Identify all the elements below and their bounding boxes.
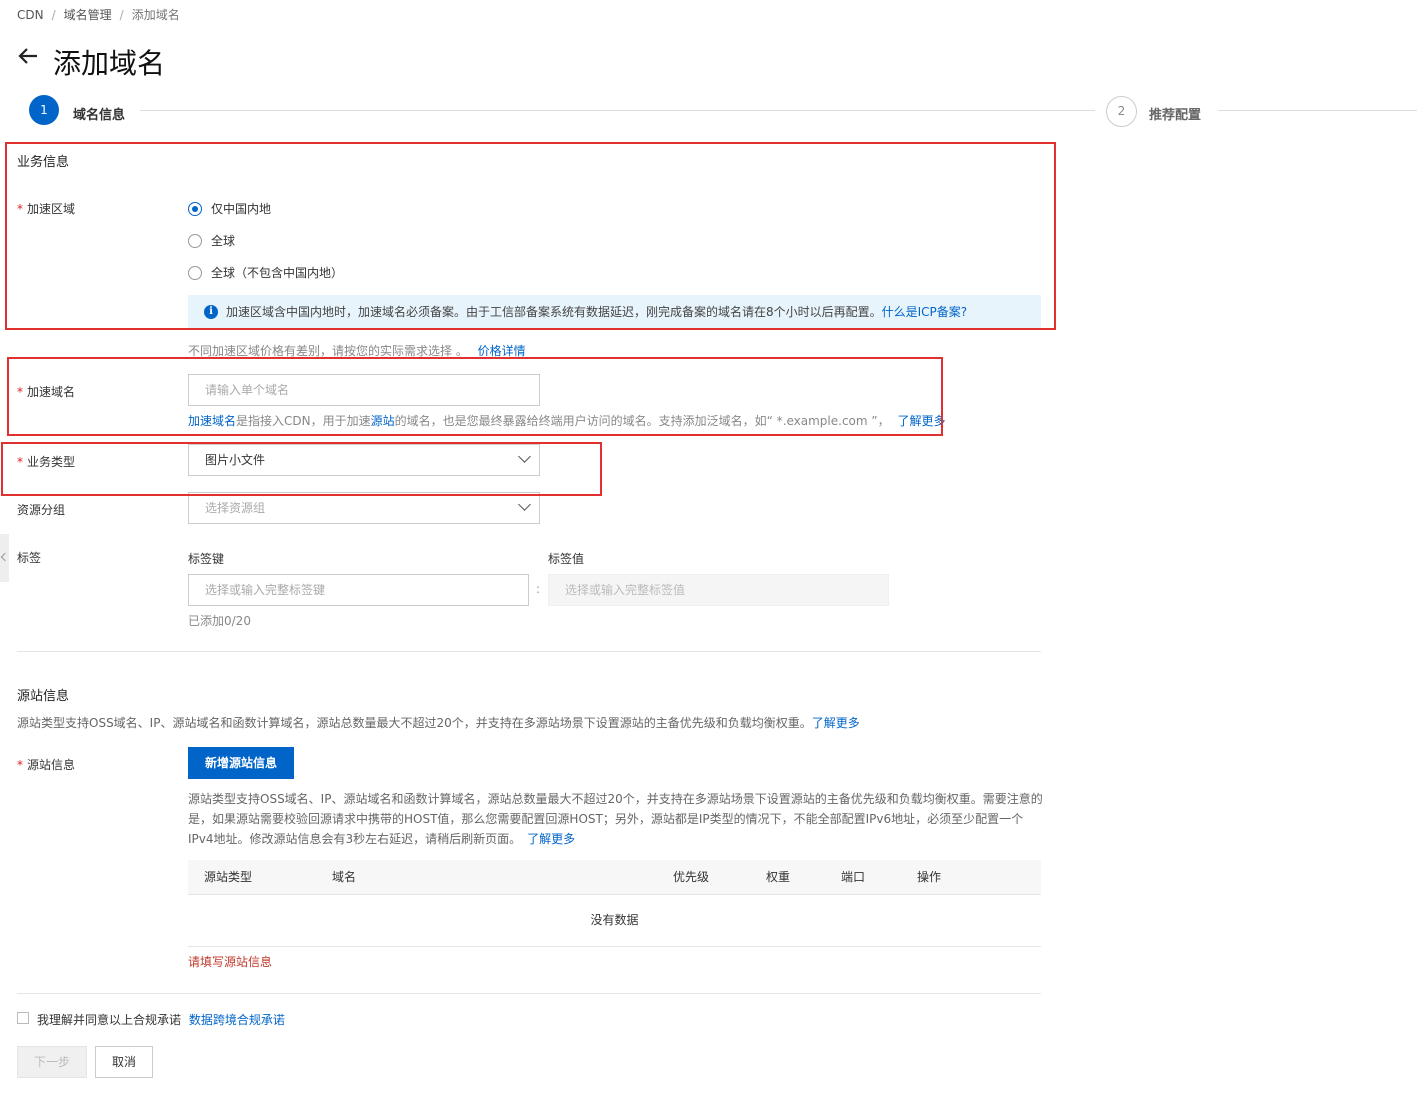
tag-value-input[interactable]: 选择或输入完整标签值 xyxy=(548,574,889,606)
region-label: * 加速区域 xyxy=(17,202,76,216)
col-actions: 操作 xyxy=(917,870,942,884)
radio-icon[interactable] xyxy=(188,265,202,280)
domain-label: * 加速域名 xyxy=(17,385,76,399)
resource-group-select[interactable]: 选择资源组 xyxy=(188,492,540,524)
origin-table-empty: 没有数据 xyxy=(188,894,1041,947)
breadcrumb-item-current: 添加域名 xyxy=(131,8,180,22)
info-icon: i xyxy=(204,304,218,319)
tags-label: 标签 xyxy=(17,551,42,565)
breadcrumb: CDN / 域名管理 / 添加域名 xyxy=(17,8,180,22)
price-hint: 不同加速区域价格有差别，请按您的实际需求选择 。 价格详情 xyxy=(188,344,526,358)
radio-icon[interactable] xyxy=(188,233,202,248)
compliance-link[interactable]: 数据跨境合规承诺 xyxy=(189,1013,285,1027)
tag-value-label: 标签值 xyxy=(548,552,585,566)
step-connector-2 xyxy=(1218,110,1417,111)
tag-key-label: 标签键 xyxy=(188,552,225,566)
origin-error-text: 请填写源站信息 xyxy=(188,955,273,969)
origin-label: * 源站信息 xyxy=(17,758,76,772)
step-connector xyxy=(140,110,1095,111)
origin-desc-learn-more-link[interactable]: 了解更多 xyxy=(812,716,860,730)
col-origin-type: 源站类型 xyxy=(204,870,253,884)
origin-section-desc: 源站类型支持OSS域名、IP、源站域名和函数计算域名，源站总数量最大不超过20个… xyxy=(17,716,860,730)
chevron-down-icon xyxy=(518,498,531,511)
domain-hint-link[interactable]: 加速域名 xyxy=(188,414,236,428)
side-collapse-handle[interactable] xyxy=(0,534,9,582)
step-2-indicator: 2 xyxy=(1106,96,1137,127)
col-port: 端口 xyxy=(841,870,866,884)
origin-table-header: 源站类型 域名 优先级 权重 端口 操作 xyxy=(188,860,1041,895)
region-option-global-excl-mainland[interactable]: 全球（不包含中国内地） xyxy=(188,264,343,281)
icp-info-text: 加速区域含中国内地时，加速域名必须备案。由于工信部备案系统有数据延迟，刚完成备案… xyxy=(226,305,882,319)
section-divider xyxy=(17,651,1041,652)
col-priority: 优先级 xyxy=(673,870,710,884)
domain-hint: 加速域名是指接入CDN，用于加速源站的域名，也是您最终暴露给终端用户访问的域名。… xyxy=(188,414,946,428)
back-arrow-icon[interactable] xyxy=(16,44,40,68)
chevron-down-icon xyxy=(518,450,531,463)
origin-detail: 源站类型支持OSS域名、IP、源站域名和函数计算域名，源站总数量最大不超过20个… xyxy=(188,792,1043,846)
origin-hint-link[interactable]: 源站 xyxy=(371,414,395,428)
price-details-link[interactable]: 价格详情 xyxy=(478,344,526,358)
tag-separator: : xyxy=(536,582,541,596)
col-domain: 域名 xyxy=(332,870,357,884)
agree-checkbox[interactable] xyxy=(17,1012,29,1024)
domain-learn-more-link[interactable]: 了解更多 xyxy=(897,414,945,428)
breadcrumb-item-cdn[interactable]: CDN xyxy=(17,8,44,22)
add-origin-button[interactable]: 新增源站信息 xyxy=(188,747,294,779)
business-type-label: * 业务类型 xyxy=(17,455,76,469)
origin-detail-learn-more-link[interactable]: 了解更多 xyxy=(527,832,575,846)
step-1-indicator: 1 xyxy=(29,95,59,125)
origin-section-title: 源站信息 xyxy=(17,689,70,704)
radio-checked-icon[interactable] xyxy=(188,201,202,216)
region-option-global[interactable]: 全球 xyxy=(188,232,235,249)
tag-count: 已添加0/20 xyxy=(188,614,251,628)
domain-input[interactable]: 请输入单个域名 xyxy=(188,374,540,406)
breadcrumb-item-domain-management[interactable]: 域名管理 xyxy=(64,8,112,22)
step-2-label: 推荐配置 xyxy=(1149,108,1202,123)
step-1-label: 域名信息 xyxy=(73,108,126,123)
cancel-button[interactable]: 取消 xyxy=(95,1046,153,1078)
business-type-select[interactable]: 图片小文件 xyxy=(188,444,540,476)
col-weight: 权重 xyxy=(766,870,791,884)
icp-info-link[interactable]: 什么是ICP备案? xyxy=(882,303,968,320)
next-button[interactable]: 下一步 xyxy=(17,1046,87,1078)
region-option-mainland[interactable]: 仅中国内地 xyxy=(188,200,271,217)
section-divider xyxy=(17,993,1041,994)
business-section-title: 业务信息 xyxy=(17,155,70,170)
page-title: 添加域名 xyxy=(53,47,166,80)
icp-info-banner: i 加速区域含中国内地时，加速域名必须备案。由于工信部备案系统有数据延迟，刚完成… xyxy=(188,295,1041,328)
agree-text: 我理解并同意以上合规承诺 数据跨境合规承诺 xyxy=(37,1013,285,1027)
tag-key-input[interactable]: 选择或输入完整标签键 xyxy=(188,574,529,606)
resource-group-label: 资源分组 xyxy=(17,503,66,517)
